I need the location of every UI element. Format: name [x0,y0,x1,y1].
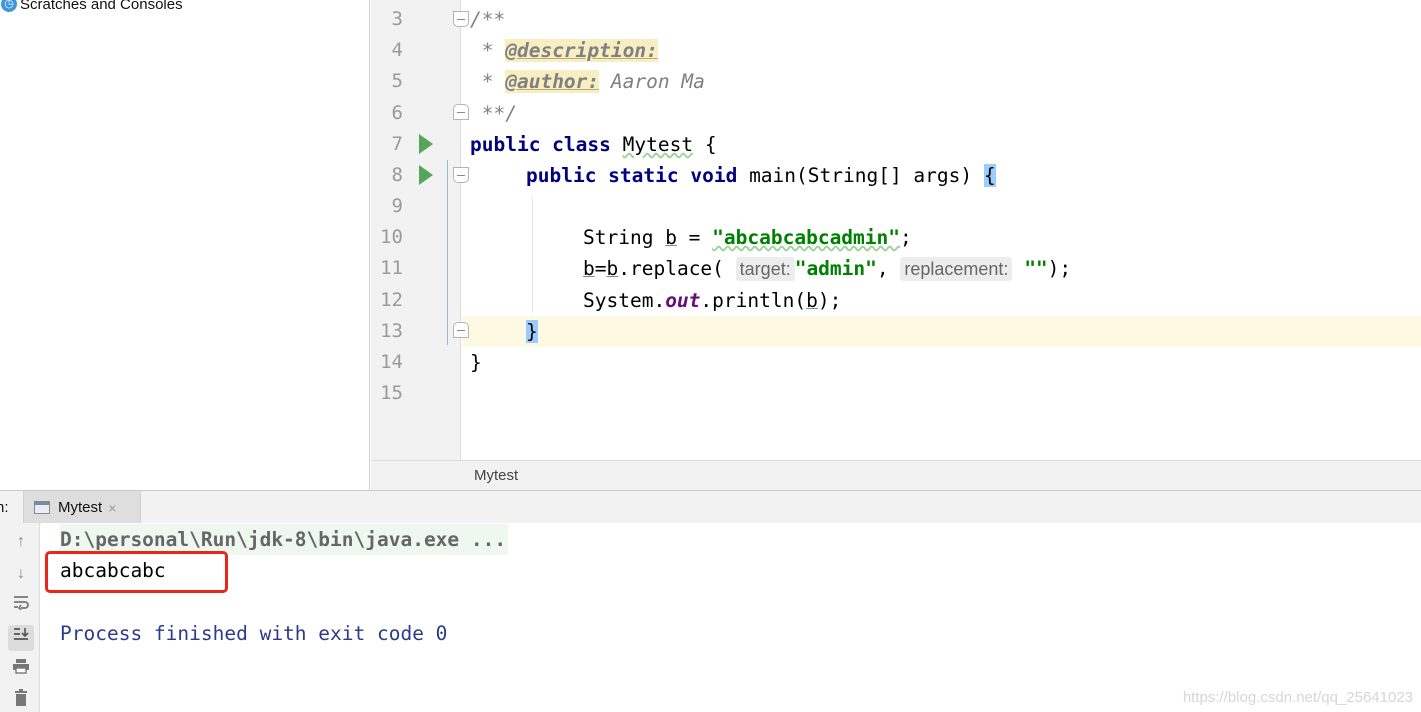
console-exit-message: Process finished with exit code 0 [60,622,448,645]
run-tool-window-header: n: Mytest × [0,490,1421,524]
code-line-8: public static void main(String[] args) { [526,164,996,187]
fold-toggle-icon[interactable] [453,322,469,338]
line-number: 3 [391,8,403,30]
code-line-14: } [470,351,482,374]
highlight-box [45,551,228,593]
line-number: 11 [380,257,403,279]
line-number: 6 [391,102,403,124]
javadoc-tag: @author: [505,70,600,93]
editor-breadcrumb-bar: Mytest [371,460,1421,490]
fold-toggle-icon[interactable] [453,167,469,183]
line-number: 15 [380,382,403,404]
code-line-12: System.out.println(b); [583,289,842,312]
code-editor[interactable]: 3 4 5 6 7 8 9 10 11 12 13 14 15 /** * @d… [371,0,1421,490]
line-number: 14 [380,351,403,373]
scratches-icon: ◷ [1,0,17,12]
scope-indicator [447,160,448,345]
string-literal: "abcabcabcadmin" [712,226,901,249]
line-number: 8 [391,164,403,186]
code-line-10: String b = "abcabcabcadmin"; [583,226,912,249]
current-line-highlight [462,316,1421,347]
scroll-to-end-icon[interactable] [8,625,34,651]
run-label: n: [0,499,9,516]
soft-wrap-icon[interactable] [8,593,34,619]
editor-gutter: 3 4 5 6 7 8 9 10 11 12 13 14 15 [371,0,469,460]
close-icon[interactable]: × [108,500,116,516]
class-name: Mytest [622,133,694,156]
code-area[interactable]: /** * @description: * @author: Aaron Ma … [462,0,1421,460]
code-line-6: **/ [470,102,517,125]
line-number: 7 [391,133,403,155]
matched-brace: } [526,320,538,343]
line-number: 10 [380,226,403,248]
code-line-4: * @description: [470,39,658,62]
print-icon[interactable] [8,657,34,683]
line-number: 9 [391,195,403,217]
run-main-icon[interactable] [419,165,433,185]
project-tree-item-label: Scratches and Consoles [20,0,183,13]
fold-toggle-icon[interactable] [453,11,469,27]
code-line-3: /** [470,8,506,31]
project-tree-item-scratches[interactable]: ◷ Scratches and Consoles [0,0,183,14]
watermark: https://blog.csdn.net/qq_25641023 [1182,689,1413,706]
parameter-hint-replacement: replacement: [900,257,1013,281]
trash-icon[interactable] [8,689,34,712]
matched-brace: { [983,164,996,187]
line-number: 12 [380,289,403,311]
javadoc-tag: @description: [505,39,658,62]
parameter-hint-target: target: [735,257,795,281]
run-tab-label: Mytest [58,499,103,516]
code-line-7: public class Mytest { [470,133,717,156]
arrow-up-icon[interactable]: ↑ [8,529,34,555]
console-output[interactable]: D:\personal\Run\jdk-8\bin\java.exe ... a… [41,523,1421,712]
line-number: 5 [391,70,403,92]
project-panel: ◷ Scratches and Consoles [0,0,370,490]
code-line-5: * @author: Aaron Ma [470,70,705,93]
code-line-13: } [526,316,538,347]
arrow-down-icon[interactable]: ↓ [8,561,34,587]
fold-toggle-icon[interactable] [453,104,469,120]
run-configuration-icon [34,501,50,514]
run-toolbar: ↑ ↓ [0,523,40,712]
run-class-icon[interactable] [419,134,433,154]
line-number: 4 [391,39,403,61]
breadcrumb-class[interactable]: Mytest [474,467,518,484]
line-number: 13 [380,320,403,342]
indent-guide [532,197,533,313]
code-line-11: b=b.replace( target: "admin", replacement… [583,257,1072,281]
run-tab-mytest[interactable]: Mytest × [23,491,141,524]
